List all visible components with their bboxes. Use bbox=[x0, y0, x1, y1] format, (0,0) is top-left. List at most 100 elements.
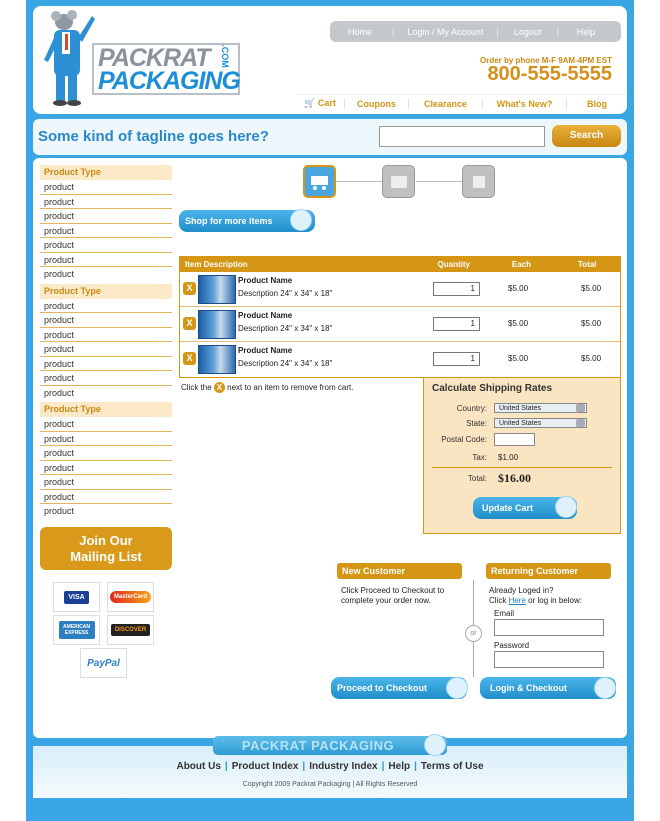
product-link[interactable]: product bbox=[40, 371, 172, 386]
product-thumbnail bbox=[198, 310, 236, 339]
product-name[interactable]: Product Name bbox=[238, 311, 292, 320]
new-customer-text1: Click Proceed to Checkout to bbox=[341, 586, 445, 595]
product-link[interactable]: product bbox=[40, 299, 172, 313]
product-type-heading[interactable]: Product Type bbox=[40, 165, 172, 180]
product-link[interactable]: product bbox=[40, 180, 172, 195]
product-group: Product Type product product product pro… bbox=[40, 165, 172, 282]
product-desc: Description 24" x 34" x 18" bbox=[238, 324, 333, 333]
discover-card-icon: DISCOVER bbox=[107, 615, 154, 645]
product-link[interactable]: product bbox=[40, 417, 172, 432]
remove-item-button[interactable]: X bbox=[183, 282, 196, 295]
mailing-list-button[interactable]: Join Our Mailing List bbox=[40, 527, 172, 570]
product-link[interactable]: product bbox=[40, 475, 172, 490]
box-icon bbox=[446, 677, 468, 699]
footer-separator: | bbox=[381, 761, 385, 772]
nav-help[interactable]: Help bbox=[561, 27, 611, 37]
product-link[interactable]: product bbox=[40, 195, 172, 209]
subnav-coupons[interactable]: Coupons bbox=[344, 98, 408, 109]
product-link[interactable]: product bbox=[40, 357, 172, 371]
product-link[interactable]: product bbox=[40, 209, 172, 224]
footer-separator: | bbox=[302, 761, 306, 772]
box-icon bbox=[594, 677, 616, 699]
returning-customer-heading: Returning Customer bbox=[486, 563, 611, 579]
remove-item-button[interactable]: X bbox=[183, 352, 196, 365]
each-price: $5.00 bbox=[508, 284, 529, 293]
product-thumbnail bbox=[198, 345, 236, 374]
here-link[interactable]: Here bbox=[509, 596, 526, 605]
footer-logo-text: PACKRAT PACKAGING bbox=[241, 738, 395, 753]
product-link[interactable]: product bbox=[40, 386, 172, 401]
login-checkout-label: Login & Checkout bbox=[490, 683, 567, 693]
product-link[interactable]: product bbox=[40, 313, 172, 328]
product-type-heading[interactable]: Product Type bbox=[40, 402, 172, 417]
mailing-line1: Join Our bbox=[79, 533, 133, 548]
product-group: Product Type product product product pro… bbox=[40, 402, 172, 519]
step-connector bbox=[336, 181, 382, 182]
remove-item-button[interactable]: X bbox=[183, 317, 196, 330]
cart-table: Item Description Quantity Each Total X P… bbox=[179, 256, 621, 378]
nav-home[interactable]: Home bbox=[330, 27, 390, 37]
nav-logout[interactable]: Logout bbox=[501, 27, 555, 37]
postal-code-input[interactable] bbox=[494, 433, 535, 446]
product-link[interactable]: product bbox=[40, 490, 172, 504]
click-text: Click bbox=[489, 596, 507, 605]
product-name[interactable]: Product Name bbox=[238, 346, 292, 355]
postal-label: Postal Code: bbox=[441, 435, 487, 444]
product-link[interactable]: product bbox=[40, 446, 172, 461]
footer-logo[interactable]: PACKRAT PACKAGING bbox=[213, 736, 447, 755]
search-input[interactable] bbox=[379, 126, 545, 147]
product-link[interactable]: product bbox=[40, 461, 172, 475]
proceed-checkout-label: Proceed to Checkout bbox=[337, 683, 428, 693]
product-link[interactable]: product bbox=[40, 224, 172, 238]
returning-text: Already Loged in? Click Here or log in b… bbox=[489, 586, 582, 606]
step-confirm-icon bbox=[462, 165, 495, 198]
paypal-label: PayPal bbox=[87, 657, 120, 669]
subnav-blog[interactable]: Blog bbox=[566, 98, 627, 109]
product-link[interactable]: product bbox=[40, 432, 172, 446]
shop-more-label: Shop for more items bbox=[185, 216, 273, 226]
shipping-calculator: Calculate Shipping Rates Country: United… bbox=[423, 377, 621, 534]
state-label: State: bbox=[466, 419, 487, 428]
quantity-input[interactable]: 1 bbox=[433, 352, 480, 366]
col-total: Total bbox=[577, 260, 597, 269]
quantity-input[interactable]: 1 bbox=[433, 282, 480, 296]
tagline: Some kind of tagline goes here? bbox=[38, 128, 269, 145]
table-row: X Product Name Description 24" x 34" x 1… bbox=[180, 272, 620, 307]
search-button[interactable]: Search bbox=[552, 125, 621, 147]
footer-terms[interactable]: Terms of Use bbox=[421, 761, 484, 772]
email-field[interactable] bbox=[494, 619, 604, 636]
footer-help[interactable]: Help bbox=[388, 761, 410, 772]
subnav-cart[interactable]: 🛒 Cart bbox=[296, 98, 344, 109]
product-link[interactable]: product bbox=[40, 238, 172, 253]
footer-separator: | bbox=[414, 761, 417, 772]
box-icon bbox=[555, 496, 577, 518]
visa-card-icon: VISA bbox=[53, 582, 100, 612]
product-name[interactable]: Product Name bbox=[238, 276, 292, 285]
logo-line2: PACKAGING bbox=[98, 67, 241, 95]
product-type-heading[interactable]: Product Type bbox=[40, 283, 172, 299]
country-select[interactable]: United States bbox=[494, 403, 587, 413]
col-each: Each bbox=[511, 260, 531, 269]
col-quantity: Quantity bbox=[437, 260, 470, 269]
subnav-whats-new[interactable]: What's New? bbox=[482, 98, 566, 109]
product-link[interactable]: product bbox=[40, 267, 172, 282]
state-select[interactable]: United States bbox=[494, 418, 587, 428]
logo[interactable]: PACKRAT PACKAGING .COM bbox=[92, 43, 241, 95]
quantity-input[interactable]: 1 bbox=[433, 317, 480, 331]
password-field[interactable] bbox=[494, 651, 604, 668]
email-label: Email bbox=[494, 609, 515, 618]
product-link[interactable]: product bbox=[40, 253, 172, 267]
footer-industry-index[interactable]: Industry Index bbox=[309, 761, 377, 772]
subnav-clearance[interactable]: Clearance bbox=[408, 98, 482, 109]
product-link[interactable]: product bbox=[40, 328, 172, 342]
nav-login[interactable]: Login / My Account bbox=[396, 27, 494, 37]
product-link[interactable]: product bbox=[40, 504, 172, 519]
line-total: $5.00 bbox=[581, 319, 602, 328]
login-below-text: or log in below: bbox=[528, 596, 582, 605]
product-thumbnail bbox=[198, 275, 236, 304]
product-link[interactable]: product bbox=[40, 342, 172, 357]
each-price: $5.00 bbox=[508, 354, 529, 363]
footer-about[interactable]: About Us bbox=[176, 761, 220, 772]
footer-product-index[interactable]: Product Index bbox=[232, 761, 299, 772]
mastercard-icon: MasterCard bbox=[107, 582, 154, 612]
